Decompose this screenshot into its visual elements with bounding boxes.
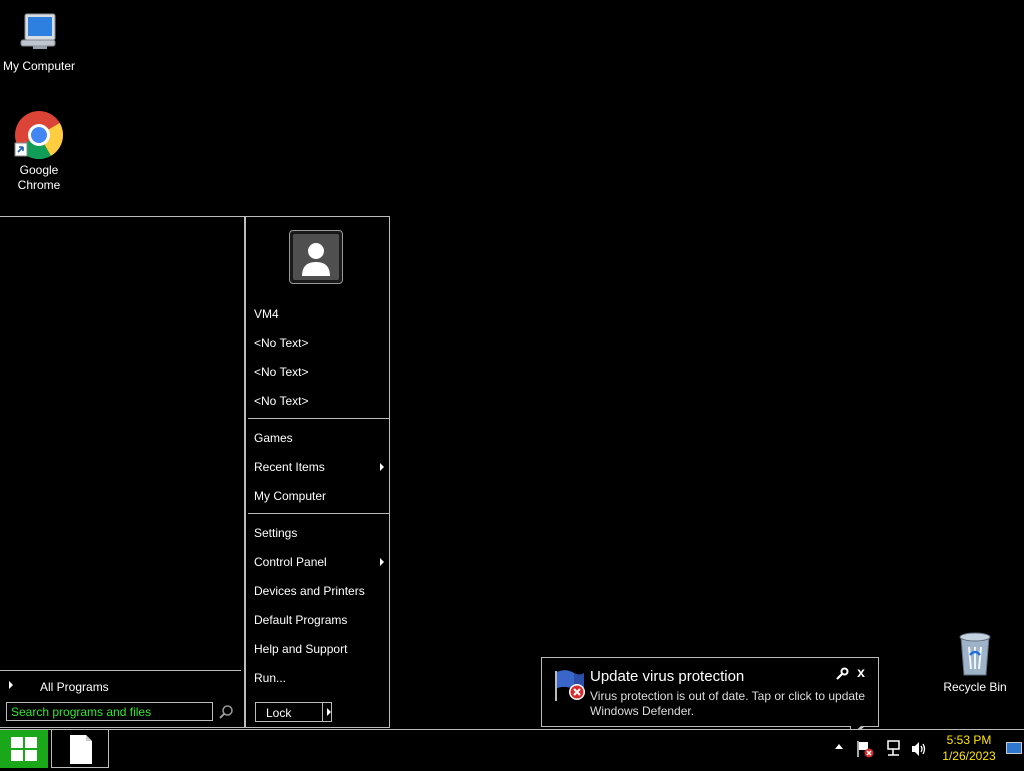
computer-icon: [20, 13, 56, 49]
menu-item-no-text-1[interactable]: <No Text>: [254, 332, 384, 354]
close-icon[interactable]: x: [854, 664, 868, 680]
menu-item-devices-and-printers[interactable]: Devices and Printers: [254, 580, 384, 602]
show-hidden-icons-icon[interactable]: [835, 744, 843, 749]
desktop-icon-my-computer[interactable]: My Computer: [0, 8, 79, 74]
document-icon: [70, 735, 92, 764]
start-menu-places-pane: VM4 <No Text> <No Text> <No Text> Games …: [244, 217, 391, 728]
chevron-right-icon: [327, 708, 331, 716]
search-icon[interactable]: [218, 704, 234, 720]
menu-item-games[interactable]: Games: [254, 427, 384, 449]
desktop-icon-label: Google Chrome: [17, 163, 61, 192]
lock-button-label: Lock: [266, 706, 292, 720]
clock-date[interactable]: 1/26/2023: [938, 749, 1000, 763]
volume-icon[interactable]: [910, 740, 928, 758]
taskbar-item-document[interactable]: [51, 730, 109, 768]
menu-item-control-panel[interactable]: Control Panel: [254, 551, 384, 573]
menu-item-run[interactable]: Run...: [254, 667, 384, 689]
notification-title: Update virus protection: [590, 668, 745, 685]
all-programs-button[interactable]: All Programs: [0, 670, 241, 701]
desktop-icon-label: My Computer: [2, 59, 76, 73]
search-input[interactable]: [7, 703, 212, 720]
notification-body: Virus protection is out of date. Tap or …: [590, 689, 866, 718]
menu-item-settings[interactable]: Settings: [254, 522, 384, 544]
menu-separator: [248, 513, 389, 514]
menu-item-default-programs[interactable]: Default Programs: [254, 609, 384, 631]
menu-separator: [248, 418, 389, 419]
all-programs-label: All Programs: [40, 680, 109, 694]
menu-item-no-text-2[interactable]: <No Text>: [254, 361, 384, 383]
chevron-right-icon: [380, 558, 384, 566]
taskbar: 5:53 PM 1/26/2023: [0, 729, 1024, 768]
windows-logo-icon: [11, 737, 37, 761]
chrome-icon: [14, 111, 64, 160]
start-button[interactable]: [0, 730, 48, 768]
network-icon[interactable]: [886, 740, 902, 758]
menu-item-user-name[interactable]: VM4: [254, 303, 384, 325]
lock-button[interactable]: Lock: [255, 702, 332, 722]
desktop-icon-google-chrome[interactable]: Google Chrome: [0, 110, 79, 193]
search-box[interactable]: [6, 702, 213, 721]
power-options-button[interactable]: [322, 703, 334, 721]
notification-balloon[interactable]: Update virus protection Virus protection…: [541, 657, 879, 739]
desktop-icon-recycle-bin[interactable]: Recycle Bin: [935, 631, 1015, 695]
chevron-right-icon: [9, 681, 13, 689]
start-menu-programs-pane: All Programs: [0, 217, 243, 728]
avatar[interactable]: [289, 230, 343, 284]
start-menu: All Programs VM4 <No Text> <No Text> <No…: [0, 216, 390, 728]
menu-item-my-computer[interactable]: My Computer: [254, 485, 384, 507]
action-center-flag-icon[interactable]: [856, 740, 874, 758]
chevron-right-icon: [380, 463, 384, 471]
show-desktop-icon[interactable]: [1006, 742, 1022, 754]
menu-item-recent-items[interactable]: Recent Items: [254, 456, 384, 478]
security-flag-icon: [555, 670, 585, 701]
menu-item-no-text-3[interactable]: <No Text>: [254, 390, 384, 412]
user-icon: [302, 243, 330, 276]
recycle-bin-icon: [959, 632, 991, 676]
wrench-icon[interactable]: [835, 667, 849, 681]
clock-time[interactable]: 5:53 PM: [938, 733, 1000, 747]
desktop-icon-label: Recycle Bin: [943, 680, 1007, 694]
menu-item-help-and-support[interactable]: Help and Support: [254, 638, 384, 660]
